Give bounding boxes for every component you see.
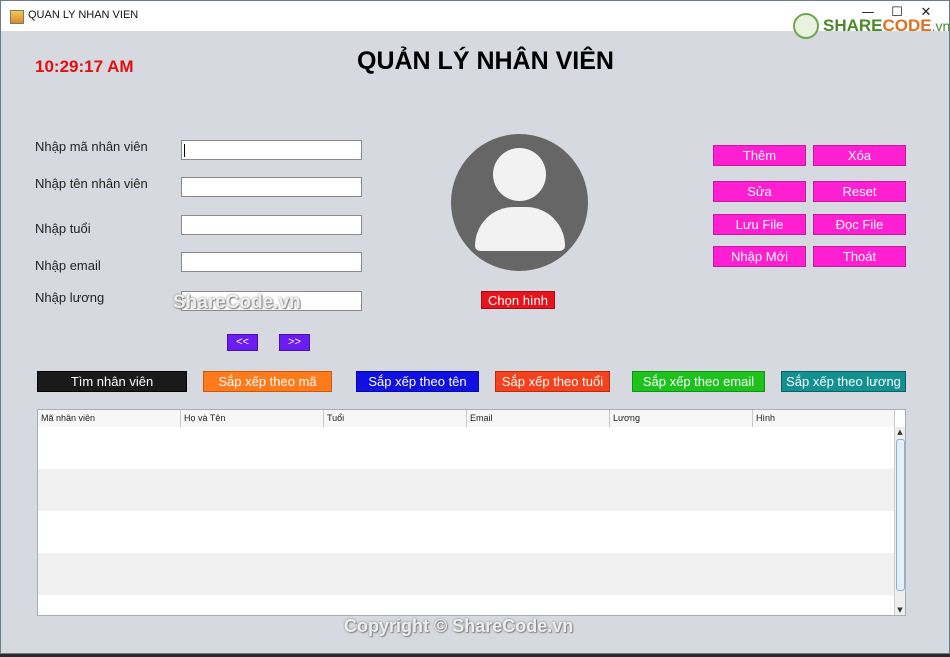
table-row[interactable] xyxy=(38,427,895,469)
add-button[interactable]: Thêm xyxy=(713,145,806,166)
label-ma-nhan-vien: Nhập mã nhân viên xyxy=(35,139,148,154)
scroll-down-arrow-icon[interactable]: ▼ xyxy=(895,605,905,615)
sort-by-age-button[interactable]: Sắp xếp theo tuổi xyxy=(495,371,610,392)
prev-button[interactable]: << xyxy=(227,334,258,351)
label-ten-nhan-vien: Nhập tên nhân viên xyxy=(35,176,148,191)
user-head-icon xyxy=(493,148,546,201)
table-row[interactable] xyxy=(38,553,895,595)
sort-by-name-button[interactable]: Sắp xếp theo tên xyxy=(356,371,479,392)
email-input[interactable] xyxy=(181,252,362,272)
choose-image-button[interactable]: Chọn hình xyxy=(481,291,555,309)
reset-button[interactable]: Reset xyxy=(813,181,906,202)
watermark-center: ShareCode.vn xyxy=(173,292,301,313)
column-header-tuoi[interactable]: Tuổi xyxy=(324,410,467,427)
delete-button[interactable]: Xóa xyxy=(813,145,906,166)
read-file-button[interactable]: Đọc File xyxy=(813,214,906,235)
column-header-hinh[interactable]: Hình xyxy=(753,410,895,427)
employee-photo xyxy=(451,134,588,271)
exit-button[interactable]: Thoát xyxy=(813,246,906,267)
table-header: Mã nhân viên Họ và Tên Tuổi Email Lương … xyxy=(38,410,895,428)
page-title: QUẢN LÝ NHÂN VIÊN xyxy=(357,47,614,75)
employee-table[interactable]: Mã nhân viên Họ và Tên Tuổi Email Lương … xyxy=(37,409,906,616)
watermark-copyright: Copyright © ShareCode.vn xyxy=(344,616,574,636)
edit-button[interactable]: Sửa xyxy=(713,181,806,202)
column-header-email[interactable]: Email xyxy=(467,410,610,427)
next-button[interactable]: >> xyxy=(279,334,310,351)
table-row[interactable] xyxy=(38,469,895,511)
table-row[interactable] xyxy=(38,511,895,553)
column-header-luong[interactable]: Lương xyxy=(610,410,753,427)
scrollbar-thumb[interactable] xyxy=(896,439,905,591)
ten-nhan-vien-input[interactable] xyxy=(181,177,362,197)
main-window: QUAN LY NHAN VIEN — ☐ ✕ SHARECODE.vn 10:… xyxy=(0,0,950,654)
table-scrollbar[interactable]: ▲ ▼ xyxy=(894,427,905,615)
window-title: QUAN LY NHAN VIEN xyxy=(28,9,139,21)
label-tuoi: Nhập tuổi xyxy=(35,221,91,236)
logo-text: SHARECODE.vn xyxy=(823,16,950,35)
sort-by-id-button[interactable]: Sắp xếp theo mã xyxy=(203,371,332,392)
text-caret xyxy=(184,144,185,157)
scroll-up-arrow-icon[interactable]: ▲ xyxy=(895,427,905,437)
sort-by-salary-button[interactable]: Sắp xếp theo lương xyxy=(781,371,906,392)
new-entry-button[interactable]: Nhập Mới xyxy=(713,246,806,267)
column-header-ma[interactable]: Mã nhân viên xyxy=(38,410,181,427)
search-employee-button[interactable]: Tìm nhân viên xyxy=(37,371,187,392)
user-body-icon xyxy=(475,207,565,251)
ma-nhan-vien-input[interactable] xyxy=(181,140,362,160)
sort-by-email-button[interactable]: Sắp xếp theo email xyxy=(632,371,765,392)
sharecode-logo: SHARECODE.vn xyxy=(791,11,950,43)
app-icon xyxy=(10,10,24,24)
label-email: Nhập email xyxy=(35,258,101,273)
logo-icon xyxy=(793,13,819,39)
label-luong: Nhập lương xyxy=(35,290,105,305)
save-file-button[interactable]: Lưu File xyxy=(713,214,806,235)
tuoi-input[interactable] xyxy=(181,215,362,235)
column-header-ho-ten[interactable]: Họ và Tên xyxy=(181,410,324,427)
clock-display: 10:29:17 AM xyxy=(35,57,134,76)
